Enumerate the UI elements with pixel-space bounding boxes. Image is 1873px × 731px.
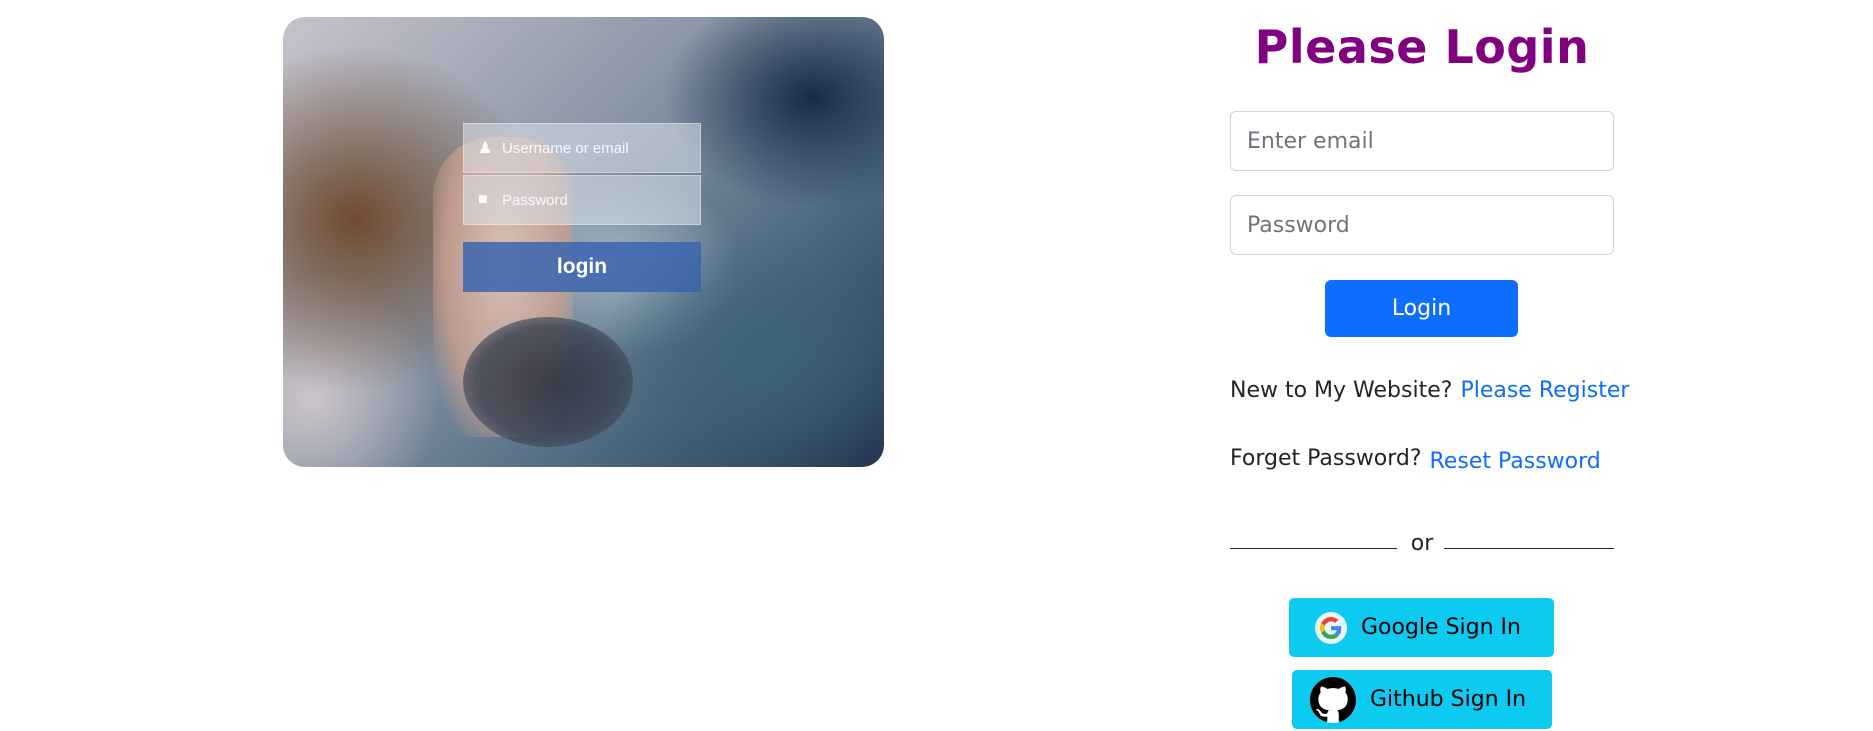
hero-username-text: Username or email — [502, 139, 629, 157]
or-divider: or — [1230, 531, 1614, 561]
email-field[interactable] — [1230, 111, 1614, 171]
hero-sleeve — [463, 317, 633, 447]
page-title: Please Login — [1254, 20, 1590, 74]
register-link[interactable]: Please Register — [1460, 378, 1629, 403]
hero-image: ♟ Username or email ■ Password login — [283, 17, 884, 467]
hero-login-button: login — [463, 242, 701, 292]
github-icon — [1310, 676, 1356, 723]
hero-password-text: Password — [502, 191, 568, 209]
google-icon — [1315, 611, 1347, 644]
hero-password-field: ■ Password — [463, 175, 701, 225]
login-button[interactable]: Login — [1325, 280, 1518, 337]
password-field[interactable] — [1230, 195, 1614, 255]
hero-username-field: ♟ Username or email — [463, 123, 701, 173]
github-signin-button[interactable]: Github Sign In — [1292, 670, 1552, 729]
divider-line-right — [1444, 548, 1614, 549]
reset-row: Forget Password? Reset Password — [1230, 446, 1601, 474]
user-icon: ♟ — [478, 140, 493, 157]
divider-text: or — [1410, 531, 1434, 556]
google-signin-button[interactable]: Google Sign In — [1289, 598, 1554, 657]
lock-icon: ■ — [478, 191, 488, 208]
github-button-label: Github Sign In — [1370, 687, 1527, 712]
forgot-prompt: Forget Password? — [1230, 446, 1422, 471]
reset-password-link[interactable]: Reset Password — [1430, 449, 1601, 474]
google-button-label: Google Sign In — [1361, 615, 1521, 640]
register-row: New to My Website? Please Register — [1230, 378, 1629, 403]
register-prompt: New to My Website? — [1230, 378, 1453, 403]
